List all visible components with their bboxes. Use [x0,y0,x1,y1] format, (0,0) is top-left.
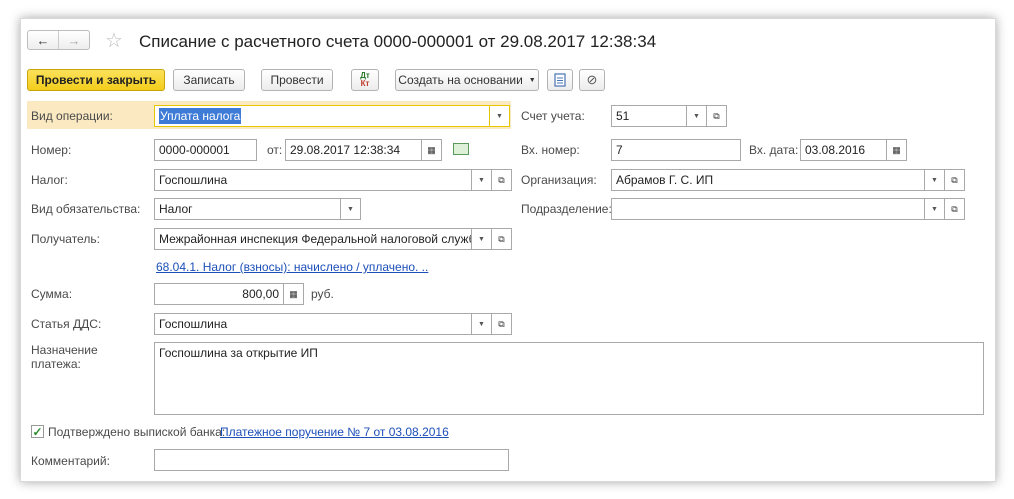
calendar-icon: ▦ [892,144,901,155]
open-icon: ⧉ [713,110,720,121]
arrow-left-icon: ← [36,32,50,48]
tax-dropdown[interactable]: ▼ [472,169,492,191]
cash-flow-label: Статья ДДС: [31,317,102,331]
recipient-open-button[interactable]: ⧉ [492,228,512,250]
in-number-field[interactable]: 7 [611,139,741,161]
open-icon: ⧉ [498,233,505,244]
account-label: Счет учета: [521,109,585,123]
account-dropdown[interactable]: ▼ [687,105,707,127]
open-icon: ⧉ [498,174,505,185]
cash-flow-field[interactable]: Госпошлина [154,313,472,335]
in-number-label: Вх. номер: [521,143,580,157]
dt-kt-icon: Дт Кт [360,71,370,88]
amount-field[interactable]: 800,00 [154,283,284,305]
calculator-icon: ▦ [289,288,298,299]
obligation-field[interactable]: Налог [154,198,341,220]
organization-field[interactable]: Абрамов Г. С. ИП [611,169,925,191]
amount-calculator-button[interactable]: ▦ [284,283,304,305]
department-field[interactable] [611,198,925,220]
organization-label: Организация: [521,173,597,187]
operation-type-field[interactable]: Уплата налога [154,105,490,127]
document-status-icon [453,143,469,155]
organization-open-button[interactable]: ⧉ [945,169,965,191]
account-settlement-link[interactable]: 68.04.1. Налог (взносы): начислено / упл… [156,260,428,274]
tax-field[interactable]: Госпошлина [154,169,472,191]
operation-type-dropdown[interactable]: ▼ [490,105,510,127]
calendar-icon: ▦ [427,144,436,155]
date-label: от: [267,143,283,157]
cash-flow-open-button[interactable]: ⧉ [492,313,512,335]
open-icon: ⧉ [951,203,958,214]
post-button[interactable]: Провести [261,69,333,91]
in-date-calendar-button[interactable]: ▦ [887,139,907,161]
department-label: Подразделение: [521,202,612,216]
operation-type-label: Вид операции: [31,109,113,123]
cash-flow-dropdown[interactable]: ▼ [472,313,492,335]
arrow-right-icon: → [67,32,81,48]
obligation-dropdown[interactable]: ▼ [341,198,361,220]
comment-label: Комментарий: [31,454,110,468]
dt-kt-button[interactable]: Дт Кт [351,69,379,91]
create-based-on-button[interactable]: Создать на основании ▼ [395,69,539,91]
open-icon: ⧉ [498,318,505,329]
recipient-dropdown[interactable]: ▼ [472,228,492,250]
account-open-button[interactable]: ⧉ [707,105,727,127]
document-window: ← → ☆ Списание с расчетного счета 0000-0… [20,18,996,482]
save-button[interactable]: Записать [173,69,245,91]
tax-open-button[interactable]: ⧉ [492,169,512,191]
chevron-down-icon: ▼ [528,76,536,84]
open-icon: ⧉ [951,174,958,185]
amount-label: Сумма: [31,287,73,301]
recipient-field[interactable]: Межрайонная инспекция Федеральной налого… [154,228,472,250]
date-field[interactable]: 29.08.2017 12:38:34 [285,139,422,161]
in-date-label: Вх. дата: [749,143,799,157]
purpose-textarea[interactable]: Госпошлина за открытие ИП [154,342,984,415]
department-open-button[interactable]: ⧉ [945,198,965,220]
bank-confirmed-label: Подтверждено выпиской банка: [48,425,226,439]
payment-order-link[interactable]: Платежное поручение № 7 от 03.08.2016 [220,425,449,439]
post-and-close-button[interactable]: Провести и закрыть [27,69,165,91]
account-field[interactable]: 51 [611,105,687,127]
favorite-star-icon[interactable]: ☆ [105,28,123,53]
attachments-button[interactable]: ⊘ [579,69,605,91]
nav-back-forward: ← → [27,30,90,50]
print-button[interactable] [547,69,573,91]
document-icon [554,73,566,87]
purpose-label: Назначение платежа: [31,343,98,371]
department-dropdown[interactable]: ▼ [925,198,945,220]
recipient-label: Получатель: [31,232,100,246]
checkmark-icon: ✓ [32,424,43,439]
paperclip-icon: ⊘ [586,72,598,87]
back-button[interactable]: ← [28,31,59,49]
comment-field[interactable] [154,449,509,471]
obligation-label: Вид обязательства: [31,202,141,216]
bank-confirmed-checkbox[interactable]: ✓ [31,425,44,438]
forward-button[interactable]: → [59,31,89,49]
date-calendar-button[interactable]: ▦ [422,139,442,161]
currency-label: руб. [311,287,334,301]
page-title: Списание с расчетного счета 0000-000001 … [139,32,657,51]
number-label: Номер: [31,143,72,157]
in-date-field[interactable]: 03.08.2016 [800,139,887,161]
tax-label: Налог: [31,173,68,187]
number-field[interactable]: 0000-000001 [154,139,257,161]
organization-dropdown[interactable]: ▼ [925,169,945,191]
